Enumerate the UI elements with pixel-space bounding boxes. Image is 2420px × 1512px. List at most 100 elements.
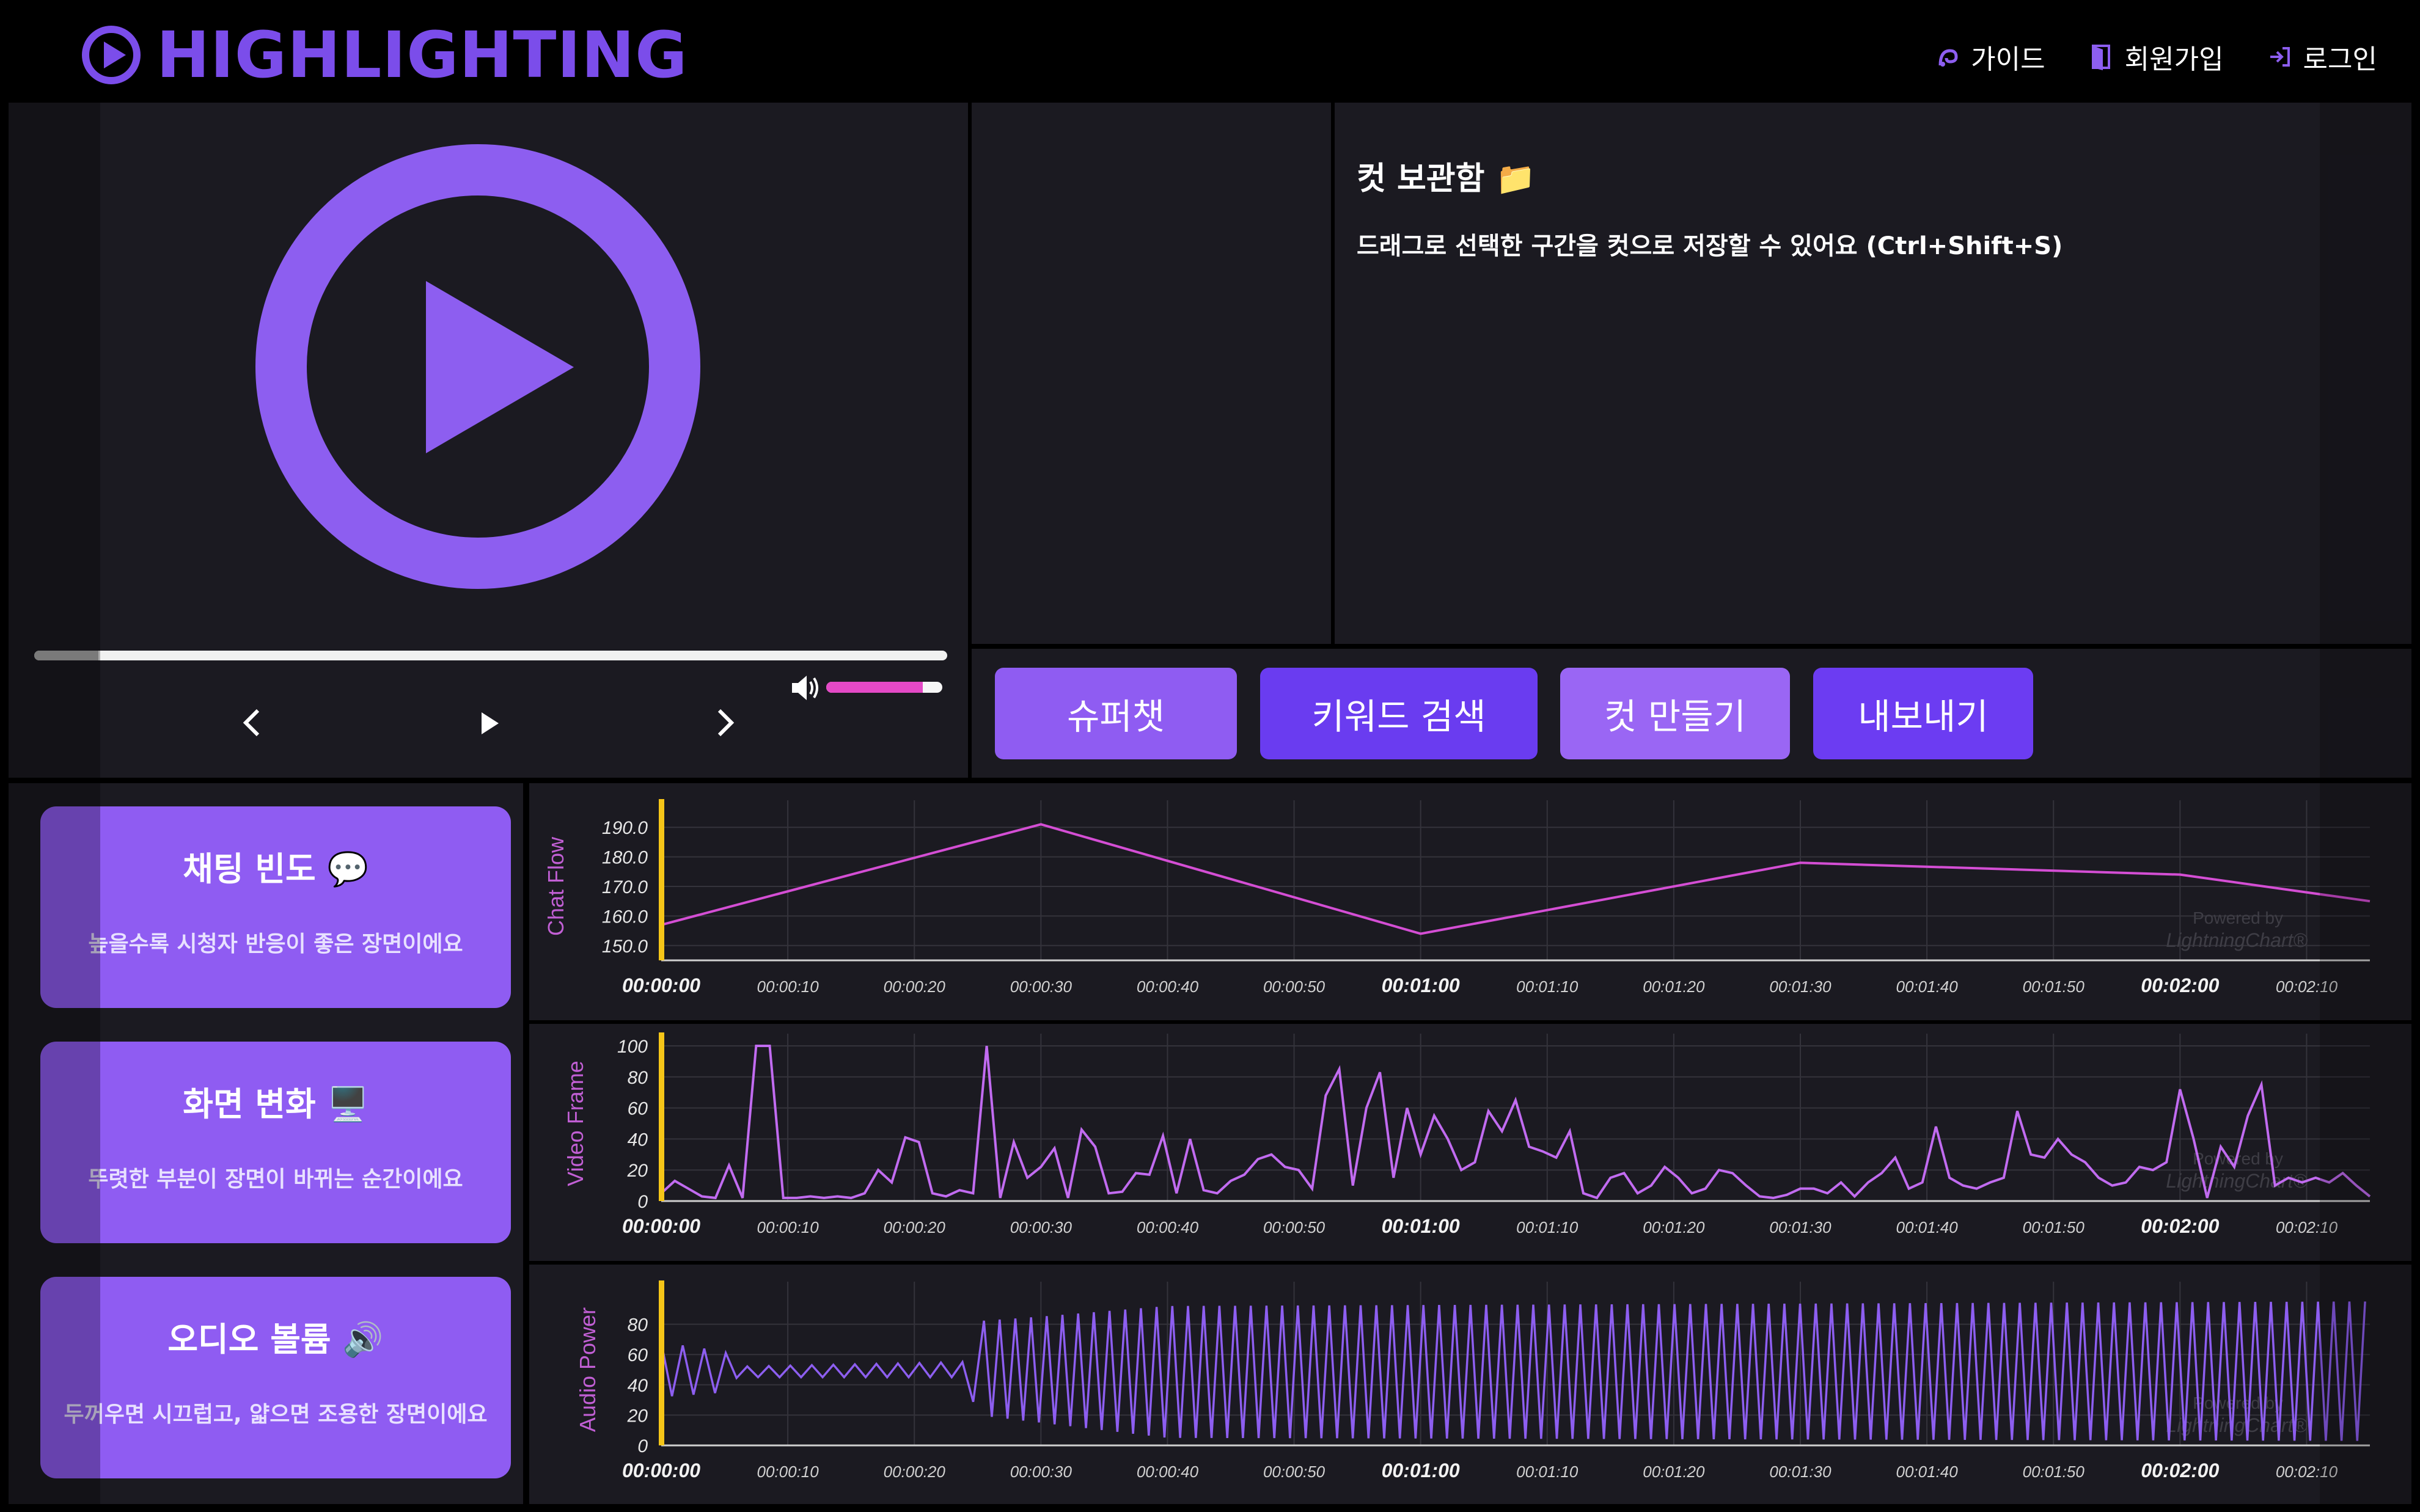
app-logo[interactable]: HIGHLIGHTING	[79, 18, 688, 92]
x-tick-label: 00:00:30	[1010, 1218, 1072, 1236]
audio-power-chart[interactable]: 80 60 40 20 0 00:00:00 00:00:10 00:00:20 00:00:3…	[529, 1265, 2411, 1504]
nav-signup-label: 회원가입	[2124, 44, 2224, 75]
x-tick-label: 00:01:10	[1516, 1463, 1579, 1481]
y-tick-label: 160.0	[602, 907, 648, 927]
x-tick-label: 00:00:40	[1137, 977, 1199, 996]
watermark-text: LightningChart®	[2166, 1414, 2308, 1436]
playhead-marker	[659, 1032, 664, 1201]
nav-login[interactable]: 로그인	[2267, 37, 2377, 76]
x-tick-label: 00:01:50	[2023, 1218, 2085, 1236]
audio-volume-card[interactable]: 오디오 볼륨 🔊 두꺼우면 시끄럽고, 얇으면 조용한 장면이에요	[40, 1277, 511, 1478]
x-tick-label: 00:01:20	[1643, 977, 1705, 996]
x-tick-label: 00:01:30	[1769, 1218, 1832, 1236]
x-tick-label: 00:00:50	[1263, 1463, 1326, 1481]
x-tick-label: 00:00:00	[622, 1459, 700, 1481]
x-tick-label: 00:00:30	[1010, 977, 1072, 996]
x-tick-label: 00:01:30	[1769, 1463, 1832, 1481]
audio-power-chart-panel: 80 60 40 20 0 00:00:00 00:00:10 00:00:20 00:00:3…	[529, 1265, 2411, 1504]
watermark-text: Powered by	[2193, 1393, 2283, 1412]
chat-frequency-card[interactable]: 채팅 빈도 💬 높을수록 시청자 반응이 좋은 장면이에요	[40, 806, 511, 1008]
y-tick-label: 0	[637, 1192, 648, 1212]
x-tick-label: 00:01:00	[1382, 1215, 1460, 1237]
series-line	[660, 1301, 2366, 1441]
y-tick-label: 40	[628, 1130, 648, 1150]
nav-login-label: 로그인	[2303, 44, 2377, 75]
x-tick-label: 00:00:20	[884, 1463, 946, 1481]
x-tick-label: 00:02:10	[2276, 1218, 2338, 1236]
cut-preview-panel	[972, 103, 1331, 644]
seek-bar-progress	[34, 651, 98, 660]
x-tick-label: 00:02:00	[2141, 974, 2219, 996]
nav-guide-label: 가이드	[1971, 44, 2045, 75]
screen-change-card[interactable]: 화면 변화 🖥️ 뚜렷한 부분이 장면이 바뀌는 순간이에요	[40, 1042, 511, 1243]
x-tick-label: 00:00:30	[1010, 1463, 1072, 1481]
x-tick-label: 00:02:00	[2141, 1215, 2219, 1237]
seek-bar[interactable]	[34, 651, 947, 660]
card-title: 화면 변화 🖥️	[183, 1085, 369, 1123]
chat-flow-chart-panel: 190.0 180.0 170.0 160.0 150.0 00:00:00 00:00:1…	[529, 783, 2411, 1020]
x-tick-label: 00:00:00	[622, 974, 700, 996]
y-tick-label: 190.0	[602, 818, 648, 838]
top-nav: 가이드 회원가입 로그인	[1934, 29, 2377, 84]
y-tick-label: 150.0	[602, 937, 648, 957]
x-tick-label: 00:00:40	[1137, 1463, 1199, 1481]
video-frame-chart-panel: 100 80 60 40 20 0 00:00:00 00:00:10 00:00:20 00:0…	[529, 1024, 2411, 1261]
y-tick-label: 20	[627, 1406, 648, 1426]
x-tick-label: 00:01:20	[1643, 1218, 1705, 1236]
card-description: 높을수록 시청자 반응이 좋은 장면이에요	[88, 932, 463, 957]
x-tick-label: 00:00:20	[884, 1218, 946, 1236]
x-tick-label: 00:02:10	[2276, 977, 2338, 996]
x-tick-label: 00:02:00	[2141, 1459, 2219, 1481]
x-tick-label: 00:01:10	[1516, 977, 1579, 996]
series-line	[660, 1045, 2371, 1200]
y-tick-label: 180.0	[602, 848, 648, 868]
metric-cards-panel: 채팅 빈도 💬 높을수록 시청자 반응이 좋은 장면이에요 화면 변화 🖥️ 뚜…	[9, 783, 523, 1504]
volume-icon[interactable]	[790, 672, 823, 704]
watermark-text: LightningChart®	[2166, 929, 2308, 951]
x-tick-label: 00:00:10	[757, 977, 820, 996]
x-tick-label: 00:01:00	[1382, 1459, 1460, 1481]
play-icon[interactable]	[475, 709, 502, 738]
export-button[interactable]: 내보내기	[1813, 668, 2033, 759]
video-frame-chart[interactable]: 100 80 60 40 20 0 00:00:00 00:00:10 00:00:20 00:0…	[529, 1024, 2411, 1261]
superchat-button[interactable]: 슈퍼챗	[995, 668, 1237, 759]
play-circle-icon[interactable]	[246, 142, 710, 606]
y-axis-label: Video Frame	[563, 1061, 588, 1186]
x-tick-label: 00:01:50	[2023, 977, 2085, 996]
y-tick-label: 60	[628, 1345, 648, 1365]
x-tick-label: 00:00:20	[884, 977, 946, 996]
playhead-marker	[659, 1280, 664, 1445]
chat-flow-chart[interactable]: 190.0 180.0 170.0 160.0 150.0 00:00:00 00:00:1…	[529, 783, 2411, 1020]
make-cut-button[interactable]: 컷 만들기	[1560, 668, 1790, 759]
x-tick-label: 00:01:40	[1896, 977, 1959, 996]
nav-signup[interactable]: 회원가입	[2088, 37, 2224, 76]
playhead-marker	[659, 799, 664, 960]
x-tick-label: 00:00:50	[1263, 1218, 1326, 1236]
cut-storage-description: 드래그로 선택한 구간을 컷으로 저장할 수 있어요 (Ctrl+Shift+S…	[1357, 232, 2063, 260]
card-description: 두꺼우면 시끄럽고, 얇으면 조용한 장면이에요	[64, 1402, 488, 1427]
guide-icon	[1934, 43, 1961, 70]
volume-slider-fill	[826, 682, 923, 693]
x-tick-label: 00:00:40	[1137, 1218, 1199, 1236]
x-tick-label: 00:00:00	[622, 1215, 700, 1237]
login-icon	[2267, 43, 2294, 70]
y-tick-label: 40	[628, 1376, 648, 1396]
signup-door-icon	[2088, 43, 2115, 70]
card-title: 채팅 빈도 💬	[183, 850, 369, 888]
card-description: 뚜렷한 부분이 장면이 바뀌는 순간이에요	[88, 1167, 463, 1192]
x-tick-label: 00:01:50	[2023, 1463, 2085, 1481]
y-axis-label: Chat Flow	[543, 836, 568, 936]
chevron-left-icon[interactable]	[238, 706, 265, 740]
y-tick-label: 20	[627, 1161, 648, 1181]
chevron-right-icon[interactable]	[712, 706, 739, 740]
y-tick-label: 100	[617, 1037, 648, 1057]
y-tick-label: 0	[637, 1436, 648, 1456]
watermark-text: Powered by	[2193, 908, 2283, 927]
nav-guide[interactable]: 가이드	[1934, 37, 2045, 76]
card-title: 오디오 볼륨 🔊	[167, 1320, 384, 1359]
series-line	[661, 823, 2370, 935]
x-tick-label: 00:00:10	[757, 1218, 820, 1236]
logo-text: HIGHLIGHTING	[156, 18, 688, 92]
x-tick-label: 00:01:40	[1896, 1218, 1959, 1236]
keyword-search-button[interactable]: 키워드 검색	[1260, 668, 1538, 759]
